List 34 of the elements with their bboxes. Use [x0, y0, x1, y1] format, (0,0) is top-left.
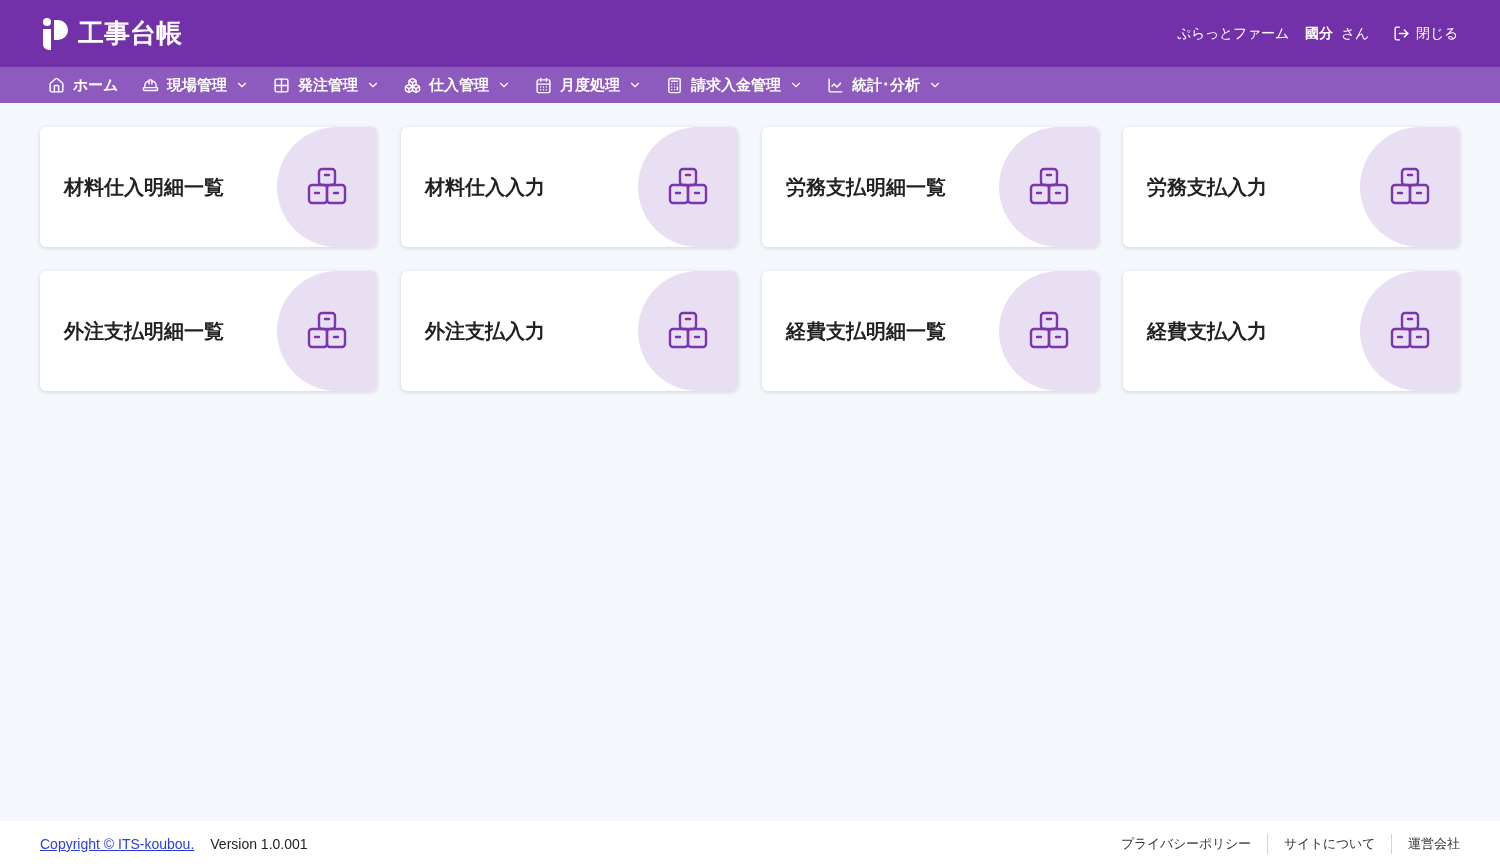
line-chart-icon: [827, 76, 844, 94]
nav-menu-item[interactable]: 統計･分析: [827, 73, 942, 97]
logout-icon: [1393, 25, 1410, 42]
boxes-icon: [404, 76, 421, 94]
menu-card[interactable]: 経費支払入力: [1123, 271, 1460, 391]
footer-link[interactable]: プライバシーポリシー: [1121, 834, 1251, 854]
menu-card[interactable]: 材料仕入明細一覧: [40, 127, 377, 247]
copyright-link[interactable]: Copyright © ITS-koubou.: [40, 833, 195, 855]
app-title: 工事台帳: [78, 17, 182, 50]
grid-icon: [273, 76, 290, 94]
nav-menu-item[interactable]: 請求入金管理: [666, 73, 803, 97]
nav-menu-item[interactable]: 現場管理: [142, 73, 249, 97]
menu-card[interactable]: 労務支払入力: [1123, 127, 1460, 247]
logout-button[interactable]: 閉じる: [1393, 23, 1458, 44]
menu-card[interactable]: 材料仕入入力: [401, 127, 738, 247]
menu-card[interactable]: 労務支払明細一覧: [762, 127, 1099, 247]
menu-card[interactable]: 経費支払明細一覧: [762, 271, 1099, 391]
nav-menu-item[interactable]: ホーム: [48, 73, 118, 97]
hard-hat-icon: [142, 76, 159, 94]
footer-link[interactable]: サイトについて: [1267, 834, 1375, 854]
calculator-icon: [666, 76, 683, 94]
user-name: 國分: [1305, 24, 1333, 43]
menu-card[interactable]: 外注支払明細一覧: [40, 271, 377, 391]
nav-menu-item[interactable]: 仕入管理: [404, 73, 511, 97]
footer-link[interactable]: 運営会社: [1391, 834, 1460, 854]
home-icon: [48, 76, 65, 94]
nav-menu-item[interactable]: 発注管理: [273, 73, 380, 97]
calendar-icon: [535, 76, 552, 94]
version-text: Version 1.0.001: [210, 834, 308, 854]
company-name: ぷらっとファーム: [1177, 24, 1289, 43]
menu-card[interactable]: 外注支払入力: [401, 271, 738, 391]
logo-icon: [42, 17, 70, 50]
nav-menu-item[interactable]: 月度処理: [535, 73, 642, 97]
user-suffix: さん: [1341, 24, 1369, 43]
